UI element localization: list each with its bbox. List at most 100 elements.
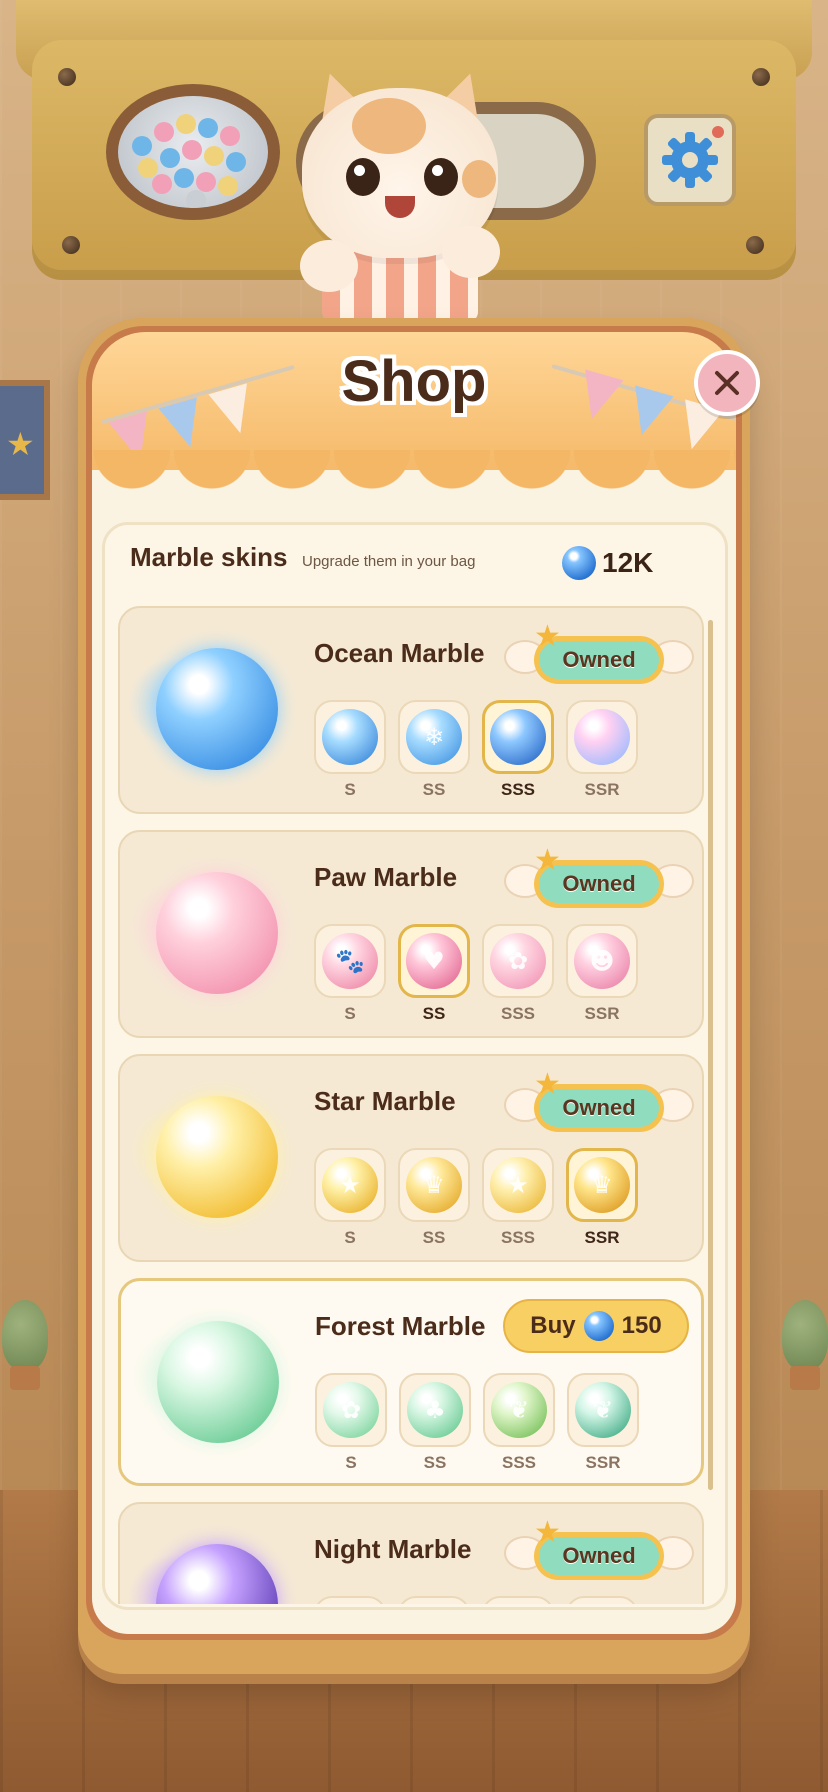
marble-list[interactable]: Ocean Marble Owned ★ S ❄ SS SSS SSR Paw Marble… bbox=[114, 600, 714, 1604]
currency-amount: 12K bbox=[602, 547, 654, 578]
section-subtitle: Upgrade them in your bag bbox=[302, 553, 476, 570]
tier-option[interactable] bbox=[566, 700, 638, 774]
tier-marble-icon: ♥ bbox=[406, 933, 462, 989]
bolt bbox=[58, 68, 76, 86]
tier-option[interactable]: ✿ bbox=[315, 1373, 387, 1447]
buy-button[interactable]: Buy 150 bbox=[503, 1299, 689, 1353]
marble-item[interactable]: Forest Marble Buy 150 ✿ S ♣ SS ❦ SSS ❦ SSR bbox=[118, 1278, 704, 1486]
tier-label: SS bbox=[423, 1453, 447, 1472]
price: 150 bbox=[621, 1312, 662, 1339]
tier-label: SS bbox=[422, 780, 446, 799]
tier-option[interactable]: ♥ bbox=[398, 924, 470, 998]
tier-label: S bbox=[344, 1004, 356, 1023]
marble-item[interactable]: Ocean Marble Owned ★ S ❄ SS SSS SSR bbox=[118, 606, 704, 814]
tier-label: SSR bbox=[584, 1004, 620, 1023]
shop-title: Shop bbox=[341, 349, 487, 414]
marble-name: Star Marble bbox=[314, 1086, 456, 1116]
tier-option[interactable] bbox=[482, 1596, 554, 1604]
gear-icon bbox=[662, 132, 718, 188]
marble-item[interactable]: Night Marble Owned ★SSSSSSSSR bbox=[118, 1502, 704, 1604]
close-icon bbox=[715, 371, 739, 395]
marble-name: Forest Marble bbox=[315, 1311, 486, 1341]
tier-label: SSR bbox=[585, 1453, 621, 1472]
marble-coin-icon bbox=[583, 1311, 614, 1341]
tier-marble-icon: ✿ bbox=[323, 1382, 379, 1438]
tier-marble-icon: ☻ bbox=[574, 933, 630, 989]
tier-marble-icon: ✿ bbox=[490, 933, 546, 989]
gumball-balls bbox=[118, 96, 268, 208]
star-icon: ★ bbox=[534, 1515, 561, 1550]
tier-option[interactable] bbox=[314, 1596, 386, 1604]
tier-label: SSS bbox=[500, 1004, 536, 1023]
star-icon: ★ bbox=[534, 619, 561, 654]
cat-paw bbox=[442, 226, 500, 278]
marble-coin-icon bbox=[562, 546, 596, 580]
background-plant-icon bbox=[2, 1300, 48, 1370]
tier-marble-icon: ♛ bbox=[574, 1157, 630, 1213]
background-plant-icon bbox=[782, 1300, 828, 1370]
tier-option[interactable] bbox=[566, 1596, 638, 1604]
tier-marble-icon: ❄ bbox=[406, 709, 462, 765]
star-icon: ★ bbox=[534, 1067, 561, 1102]
tier-label: SSS bbox=[500, 780, 536, 799]
tier-option[interactable]: ❄ bbox=[398, 700, 470, 774]
tier-option[interactable]: ★ bbox=[314, 1148, 386, 1222]
star-icon: ★ bbox=[534, 843, 561, 878]
tier-option[interactable]: ♣ bbox=[399, 1373, 471, 1447]
tier-option[interactable] bbox=[398, 1596, 470, 1604]
cat-patch bbox=[462, 160, 496, 198]
cat-patch bbox=[352, 98, 426, 154]
marble-name: Night Marble bbox=[314, 1534, 472, 1564]
owned-badge: Owned ★ bbox=[504, 1518, 694, 1588]
background-pot bbox=[790, 1366, 820, 1390]
marble-name: Ocean Marble bbox=[314, 638, 485, 668]
owned-badge: Owned ★ bbox=[504, 846, 694, 916]
settings-button[interactable] bbox=[644, 114, 736, 206]
tier-label: S bbox=[345, 1453, 357, 1472]
tier-option[interactable]: ♛ bbox=[566, 1148, 638, 1222]
marble-art bbox=[128, 1518, 288, 1604]
tier-option[interactable] bbox=[314, 700, 386, 774]
bolt bbox=[62, 236, 80, 254]
buy-label: Buy bbox=[530, 1312, 576, 1339]
tier-label: SSS bbox=[500, 1228, 536, 1247]
tier-marble-icon: ★ bbox=[490, 1157, 546, 1213]
tier-option[interactable] bbox=[482, 700, 554, 774]
tier-marble-icon: ♛ bbox=[406, 1157, 462, 1213]
tier-option[interactable]: ☻ bbox=[566, 924, 638, 998]
currency-display: 12K bbox=[562, 546, 653, 580]
cat-paw bbox=[300, 240, 358, 292]
bolt bbox=[746, 236, 764, 254]
tier-marble-icon: ♣ bbox=[407, 1382, 463, 1438]
bolt bbox=[752, 68, 770, 86]
background-pot bbox=[10, 1366, 40, 1390]
cat-eye bbox=[346, 158, 380, 196]
tier-marble-icon bbox=[322, 709, 378, 765]
marble-art bbox=[128, 622, 288, 802]
notification-dot bbox=[712, 126, 724, 138]
tier-option[interactable]: 🐾 bbox=[314, 924, 386, 998]
section-title: Marble skins bbox=[130, 542, 288, 572]
tier-option[interactable]: ✿ bbox=[482, 924, 554, 998]
tier-label: SS bbox=[422, 1004, 446, 1023]
marble-item[interactable]: Paw Marble Owned ★ 🐾 S ♥ SS ✿ SSS ☻ SSR bbox=[118, 830, 704, 1038]
tier-label: S bbox=[344, 1228, 356, 1247]
marble-name: Paw Marble bbox=[314, 862, 458, 892]
tier-option[interactable]: ♛ bbox=[398, 1148, 470, 1222]
marble-item[interactable]: Star Marble Owned ★ ★ S ♛ SS ★ SSS ♛ SSR bbox=[118, 1054, 704, 1262]
tier-label: SS bbox=[422, 1228, 446, 1247]
close-button[interactable] bbox=[694, 350, 760, 416]
tier-marble-icon bbox=[490, 709, 546, 765]
marble-art bbox=[128, 1070, 288, 1250]
tier-label: S bbox=[344, 780, 356, 799]
tier-label: SSR bbox=[584, 1228, 620, 1247]
tier-marble-icon: ❦ bbox=[491, 1382, 547, 1438]
tier-option[interactable]: ❦ bbox=[567, 1373, 639, 1447]
owned-badge: Owned ★ bbox=[504, 1070, 694, 1140]
marble-art bbox=[129, 1295, 289, 1475]
tier-option[interactable]: ❦ bbox=[483, 1373, 555, 1447]
gumball-window bbox=[106, 84, 280, 220]
tier-option[interactable]: ★ bbox=[482, 1148, 554, 1222]
tier-marble-icon: ★ bbox=[322, 1157, 378, 1213]
background-star-icon: ★ bbox=[6, 425, 35, 463]
